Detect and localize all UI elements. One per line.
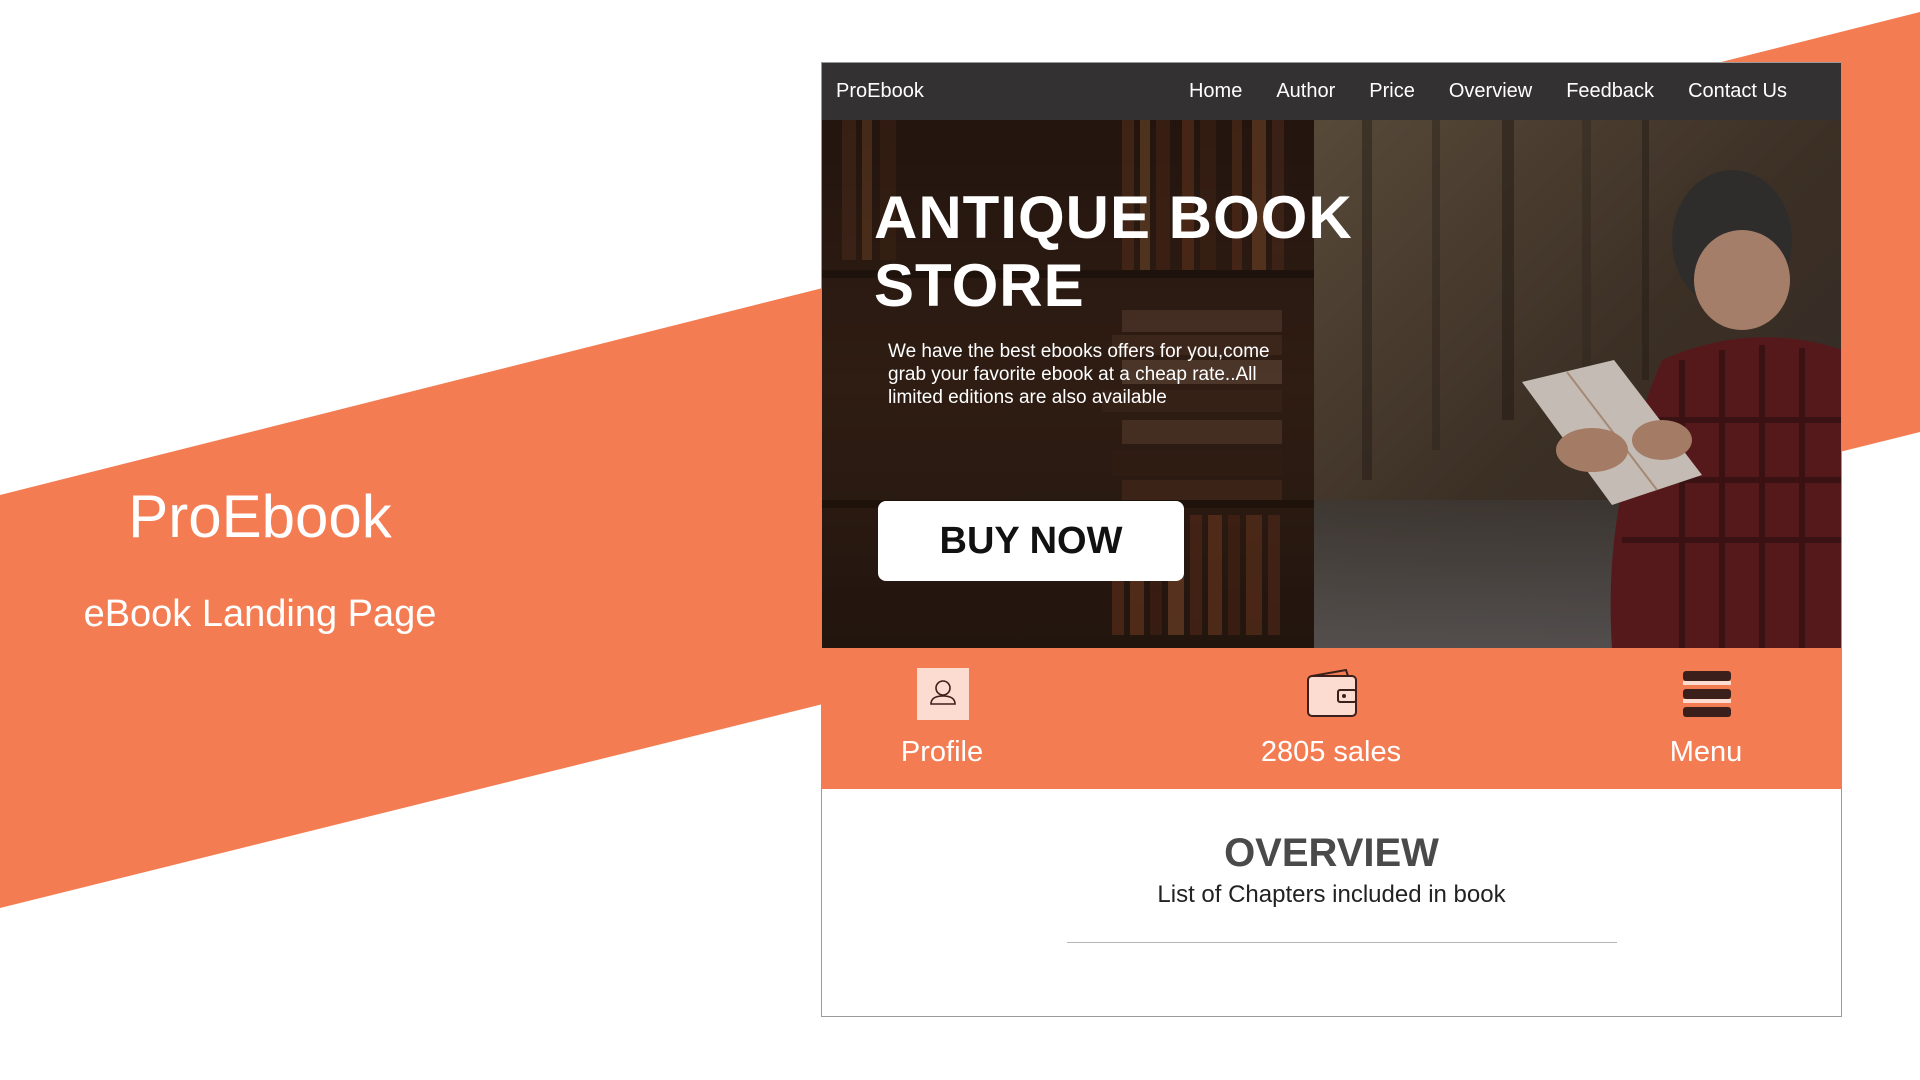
slide-subtitle: eBook Landing Page [83, 593, 437, 635]
feature-menu[interactable]: Menu [1606, 648, 1806, 789]
nav-link-feedback[interactable]: Feedback [1566, 63, 1654, 120]
nav-link-overview[interactable]: Overview [1449, 63, 1532, 120]
overview-divider [1067, 942, 1617, 943]
buy-now-button[interactable]: BUY NOW [878, 501, 1184, 581]
feature-bar: Profile 2805 sales Menu [822, 648, 1841, 789]
profile-icon [917, 668, 969, 720]
feature-sales[interactable]: 2805 sales [1231, 648, 1431, 789]
hero-description: We have the best ebooks offers for you,c… [888, 341, 1270, 408]
nav-link-price[interactable]: Price [1369, 63, 1415, 120]
hero-section: ANTIQUE BOOK STORE We have the best eboo… [822, 120, 1841, 648]
nav-link-contact-us[interactable]: Contact Us [1688, 63, 1787, 120]
top-navbar: ProEbook Home Author Price Overview Feed… [822, 63, 1841, 120]
slide-brand-title: ProEbook [128, 483, 392, 550]
nav-link-home[interactable]: Home [1189, 63, 1242, 120]
overview-title: OVERVIEW [1224, 831, 1439, 875]
landing-page-mockup: ProEbook Home Author Price Overview Feed… [821, 62, 1842, 1017]
nav-link-author[interactable]: Author [1276, 63, 1335, 120]
slide-canvas: ProEbook eBook Landing Page ProEbook Hom… [0, 0, 1920, 1080]
overview-section: OVERVIEW List of Chapters included in bo… [822, 789, 1841, 1016]
menu-icon [1681, 668, 1733, 720]
hero-title: ANTIQUE BOOK STORE [874, 184, 1353, 319]
wallet-icon [1307, 668, 1357, 717]
feature-profile[interactable]: Profile [842, 648, 1042, 789]
feature-menu-label: Menu [1669, 736, 1743, 768]
nav-links: Home Author Price Overview Feedback Cont… [1189, 63, 1787, 120]
nav-brand-logo[interactable]: ProEbook [836, 63, 924, 120]
overview-subtitle: List of Chapters included in book [1157, 881, 1506, 908]
feature-profile-label: Profile [900, 736, 984, 768]
feature-sales-label: 2805 sales [1260, 736, 1402, 768]
